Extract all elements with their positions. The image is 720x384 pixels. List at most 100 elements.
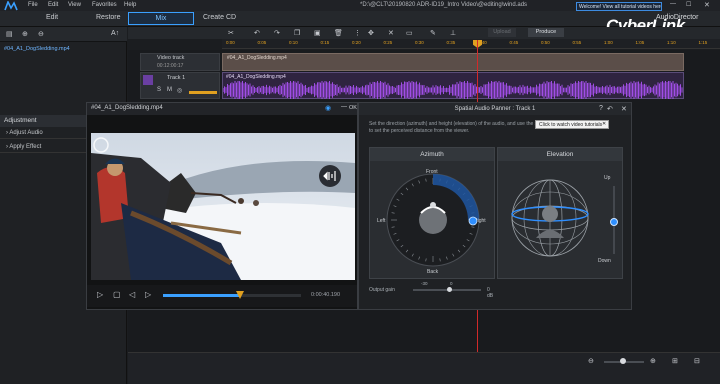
menu-file[interactable]: File	[28, 2, 38, 8]
prev-frame-icon[interactable]: ◁	[129, 290, 135, 299]
next-frame-icon[interactable]: ▷	[145, 290, 151, 299]
video-clip[interactable]: #04_A1_DogSledding.mp4	[222, 53, 684, 71]
seek-bar-fill	[163, 294, 241, 297]
tab-create-cd[interactable]: Create CD	[203, 14, 236, 21]
tab-edit[interactable]: Edit	[46, 14, 58, 21]
tab-mix[interactable]: Mix	[128, 12, 194, 25]
spatial-audio-panner-dialog: Spatial Audio Panner : Track 1 ? ↶ ✕ Set…	[358, 102, 632, 310]
ruler-tick-label: 0:30	[415, 40, 424, 45]
spatial-audio-icon[interactable]: ◎	[177, 87, 182, 94]
seek-knob[interactable]	[236, 291, 245, 299]
audio-track-header[interactable]: Track 1 S M ◎	[140, 72, 220, 99]
zoom-in-icon[interactable]: ⊕	[650, 357, 656, 365]
ruler-tick-label: 0:20	[352, 40, 361, 45]
video-track-time: 00:12:00:17	[157, 63, 184, 69]
audio-source-marker-icon[interactable]	[319, 165, 341, 187]
output-gain-knob[interactable]	[447, 287, 452, 292]
preview-window: #04_A1_DogSledding.mp4 ◉ — OK ▷ ▢ ◁ ▷ 0:…	[86, 102, 358, 310]
fit-timeline-icon[interactable]: ⊟	[694, 357, 700, 365]
elevation-down-label: Down	[598, 258, 611, 264]
pencil-icon[interactable]: ✎	[430, 29, 436, 37]
seek-bar[interactable]	[163, 291, 301, 299]
azimuth-front-label: Front	[426, 169, 438, 175]
menu-edit[interactable]: Edit	[48, 2, 58, 8]
audio-track-name: Track 1	[167, 75, 186, 81]
minimize-window-icon[interactable]: —	[670, 1, 676, 7]
mute-track-icon[interactable]: M	[167, 87, 172, 93]
produce-button[interactable]: Produce	[528, 28, 564, 37]
stop-icon[interactable]: ▢	[113, 290, 121, 299]
ruler-tick-label: 0:55	[572, 40, 582, 45]
add-media-icon[interactable]: ⊕	[22, 30, 28, 38]
preview-title: #04_A1_DogSledding.mp4	[91, 105, 163, 111]
mute-icon[interactable]: ✕	[388, 29, 394, 37]
delete-icon[interactable]: 🗑	[334, 29, 343, 37]
azimuth-handle[interactable]	[468, 216, 478, 226]
library-file-item[interactable]: #04_A1_DogSledding.mp4	[4, 46, 70, 52]
timeline-toolbar: ✂ ↶ ↷ ❐ ▣ 🗑 ⋮ ✥ ✕ ▭ ✎ ⊥ Upload Produce	[128, 27, 720, 39]
zoom-slider-knob[interactable]	[620, 358, 626, 364]
tooltip-close-icon[interactable]: ✕	[602, 121, 606, 127]
maximize-window-icon[interactable]: ☐	[686, 1, 691, 8]
adjust-audio-item[interactable]: › Adjust Audio	[0, 127, 87, 139]
tutorial-tooltip-text: Click to watch video tutorials	[539, 122, 603, 128]
solo-icon[interactable]: S	[157, 87, 161, 93]
reset-icon[interactable]: ↶	[607, 105, 613, 113]
adjustment-header: Adjustment	[0, 115, 87, 127]
app-logo-icon	[4, 1, 18, 11]
welcome-banner-button[interactable]: Welcome! View all tutorial videos here!	[576, 2, 662, 11]
azimuth-panel: Azimuth Front Left Right Back	[369, 147, 495, 279]
ruler-tick-label: 0:50	[541, 40, 550, 45]
azimuth-dial[interactable]: Front Left Right Back	[376, 163, 490, 277]
split-icon[interactable]: ⋮	[354, 29, 361, 37]
audio-clip[interactable]: #04_A1_DogSledding.mp4	[222, 72, 684, 99]
close-window-icon[interactable]: ✕	[704, 1, 710, 9]
cut-icon[interactable]: ✂	[228, 29, 234, 37]
ruler-tick-label: 1:05	[635, 40, 645, 45]
ruler-tick-label: 0:10	[289, 40, 298, 45]
brand-subtitle: AudioDirector	[656, 14, 699, 21]
menu-favorites[interactable]: Favorites	[92, 2, 117, 8]
elevation-panel: Elevation Up Down	[497, 147, 623, 279]
import-media-icon[interactable]: ▤	[6, 30, 13, 38]
azimuth-back-label: Back	[427, 269, 439, 275]
preview-ok-button[interactable]: OK	[349, 105, 357, 111]
undo-icon[interactable]: ↶	[254, 29, 260, 37]
preview-video-frame[interactable]	[91, 133, 355, 280]
elevation-up-label: Up	[604, 175, 611, 181]
ruler-tick-label: 0:05	[257, 40, 267, 45]
elevation-globe	[511, 179, 589, 257]
spatial-toggle-icon[interactable]: ◉	[325, 104, 331, 112]
tab-restore[interactable]: Restore	[96, 14, 121, 21]
elevation-slider-knob[interactable]	[610, 218, 618, 226]
help-icon[interactable]: ?	[599, 105, 603, 112]
menu-help[interactable]: Help	[124, 2, 136, 8]
zoom-fit-icon[interactable]: ⊞	[672, 357, 678, 365]
paste-icon[interactable]: ▣	[314, 29, 321, 37]
redo-icon[interactable]: ↷	[274, 29, 280, 37]
menu-view[interactable]: View	[68, 2, 81, 8]
panner-description: Set the direction (azimuth) and height (…	[369, 121, 547, 134]
move-icon[interactable]: ✥	[368, 29, 374, 37]
zoom-out-icon[interactable]: ⊖	[588, 357, 594, 365]
close-panner-icon[interactable]: ✕	[621, 105, 627, 113]
timeline-ruler[interactable]: 0:00 0:05 0:10 0:15 0:20 0:25 0:30 0:35 0:40 0:45…	[222, 39, 720, 49]
output-gain-label: Output gain	[369, 287, 395, 293]
output-gain-min: -30	[421, 281, 428, 286]
apply-effect-item[interactable]: › Apply Effect	[0, 141, 87, 153]
ruler-tick-label: 0:25	[383, 40, 393, 45]
timeline-footer: ⊖ ⊕ ⊞ ⊟	[128, 352, 720, 384]
video-track-header[interactable]: Video track 00:12:00:17	[140, 53, 220, 71]
copy-icon[interactable]: ❐	[294, 29, 300, 37]
upload-button[interactable]: Upload	[488, 28, 516, 37]
font-size-button[interactable]: A↑	[111, 30, 119, 37]
play-icon[interactable]: ▷	[97, 290, 103, 299]
pin-icon[interactable]: ⊥	[450, 29, 456, 37]
minimize-preview-icon[interactable]: —	[341, 104, 347, 110]
ruler-tick-label: 1:15	[698, 40, 708, 45]
remove-media-icon[interactable]: ⊖	[38, 30, 44, 38]
video-icon[interactable]: ▭	[406, 29, 413, 37]
playback-controls: ▷ ▢ ◁ ▷ 0:00:40.190	[87, 285, 357, 307]
menu-bar: File Edit View Favorites Help *D:\@CLT\2…	[0, 0, 720, 11]
tutorial-tooltip[interactable]: Click to watch video tutorials ✕	[535, 120, 609, 129]
